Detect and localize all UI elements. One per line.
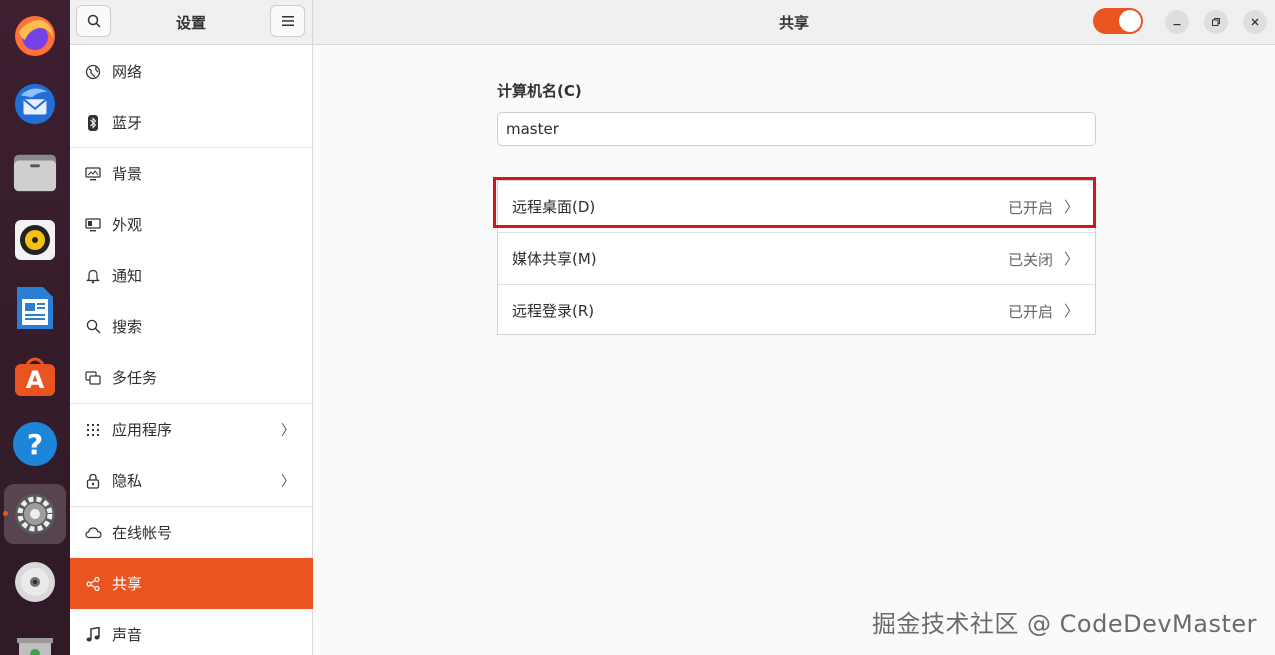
remote-login-row[interactable]: 远程登录(R) 已开启 〉 [498, 285, 1095, 336]
row-label: 媒体共享(M) [512, 250, 597, 268]
multitask-icon [84, 369, 102, 387]
row-label: 远程登录(R) [512, 302, 595, 320]
chevron-right-icon: 〉 [1063, 250, 1079, 268]
bluetooth-icon [84, 114, 102, 132]
chevron-right-icon: 〉 [281, 474, 295, 490]
apps-grid-icon [84, 421, 102, 439]
computer-name-input[interactable] [497, 112, 1096, 146]
rhythmbox-icon [13, 218, 57, 262]
highlight-annotation-box [493, 177, 1096, 228]
sidebar-item-online-accounts[interactable]: 在线帐号 [70, 507, 313, 558]
lock-icon [84, 472, 102, 490]
sidebar-item-label: 背景 [112, 165, 143, 183]
computer-name-label: 计算机名(C) [497, 82, 582, 100]
settings-gear-icon [13, 492, 57, 536]
music-note-icon [84, 626, 102, 644]
close-icon [1251, 18, 1259, 26]
sharing-panel: 共享 计算机名(C) 远程桌面(D) 已开启 〉 媒体共享(M) 已关闭 〉 远… [313, 0, 1275, 655]
settings-sidebar: 设置 网络 蓝牙 背景 外观 通知 搜索 多任务 应用程序 〉 隐私 〉 在线帐… [70, 0, 313, 655]
thunderbird-icon [13, 82, 57, 126]
running-indicator [3, 511, 8, 516]
hamburger-menu-icon [281, 16, 294, 26]
share-icon [84, 575, 102, 593]
media-sharing-row[interactable]: 媒体共享(M) 已关闭 〉 [498, 233, 1095, 284]
bell-icon [84, 267, 102, 285]
sidebar-item-label: 搜索 [112, 318, 143, 336]
dock-thunderbird[interactable] [0, 72, 70, 136]
sidebar-item-sound[interactable]: 声音 [70, 609, 313, 655]
row-status: 已开启 [1007, 303, 1053, 321]
header-bar: 共享 [313, 0, 1275, 45]
restore-icon [1212, 18, 1220, 26]
dock-rhythmbox[interactable] [0, 208, 70, 272]
writer-icon [13, 286, 57, 330]
maximize-button[interactable] [1204, 10, 1228, 34]
sidebar-item-network[interactable]: 网络 [70, 46, 313, 97]
row-status: 已关闭 [1007, 251, 1053, 269]
sidebar-item-applications[interactable]: 应用程序 〉 [70, 404, 313, 455]
sidebar-item-label: 通知 [112, 267, 143, 285]
app-center-icon: A [13, 354, 57, 398]
sidebar-item-label: 应用程序 [112, 421, 173, 439]
chevron-right-icon: 〉 [281, 423, 295, 439]
files-icon [13, 150, 57, 194]
help-icon: ? [13, 422, 57, 466]
dock-firefox[interactable] [0, 4, 70, 68]
dock: A ? [0, 0, 70, 655]
toggle-knob [1119, 10, 1141, 32]
sidebar-item-notifications[interactable]: 通知 [70, 250, 313, 301]
sidebar-item-background[interactable]: 背景 [70, 148, 313, 199]
sidebar-header: 设置 [70, 0, 312, 45]
dock-help[interactable]: ? [0, 412, 70, 476]
search-icon [84, 318, 102, 336]
sidebar-item-label: 隐私 [112, 472, 143, 490]
sidebar-item-label: 在线帐号 [112, 524, 173, 542]
firefox-icon [13, 14, 57, 58]
sidebar-item-search[interactable]: 搜索 [70, 301, 313, 352]
sidebar-item-sharing[interactable]: 共享 [70, 558, 313, 609]
sharing-master-toggle[interactable] [1093, 8, 1143, 34]
watermark-text: 掘金技术社区 @ CodeDevMaster [871, 610, 1257, 638]
sidebar-item-bluetooth[interactable]: 蓝牙 [70, 97, 313, 148]
optical-disc-icon [13, 560, 57, 604]
chevron-right-icon: 〉 [1063, 302, 1079, 320]
sidebar-item-multitasking[interactable]: 多任务 [70, 352, 313, 403]
sidebar-item-privacy[interactable]: 隐私 〉 [70, 455, 313, 506]
cloud-icon [84, 524, 102, 542]
main-menu-button[interactable] [270, 5, 305, 37]
trash-icon [13, 630, 57, 655]
dock-optical-disc[interactable] [0, 550, 70, 614]
sidebar-item-label: 外观 [112, 216, 143, 234]
sidebar-item-label: 网络 [112, 63, 143, 81]
dock-writer[interactable] [0, 276, 70, 340]
sidebar-item-appearance[interactable]: 外观 [70, 199, 313, 250]
dock-files[interactable] [0, 140, 70, 204]
minimize-button[interactable] [1165, 10, 1189, 34]
minimize-icon [1173, 24, 1181, 26]
dock-app-center[interactable]: A [0, 344, 70, 408]
dock-settings[interactable] [0, 482, 70, 546]
sidebar-item-label: 蓝牙 [112, 114, 143, 132]
appearance-icon [84, 216, 102, 234]
dock-trash[interactable] [0, 620, 70, 655]
close-button[interactable] [1243, 10, 1267, 34]
globe-icon [84, 63, 102, 81]
display-icon [84, 165, 102, 183]
sidebar-item-label: 声音 [112, 626, 143, 644]
sidebar-item-label: 多任务 [112, 369, 158, 387]
sidebar-item-label: 共享 [112, 575, 143, 593]
